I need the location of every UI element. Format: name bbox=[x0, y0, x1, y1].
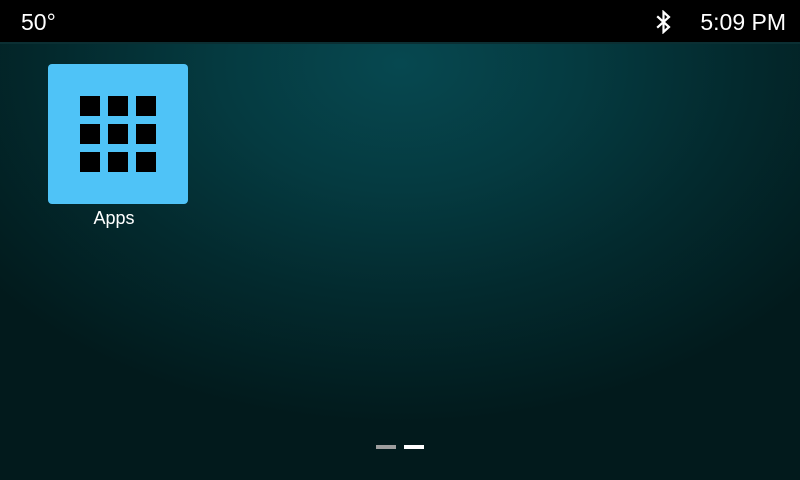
grid-squares bbox=[80, 96, 156, 172]
apps-grid-icon[interactable] bbox=[48, 64, 188, 204]
bluetooth-icon-svg bbox=[656, 10, 671, 34]
home-screen: 50° 5:09 PM Apps bbox=[0, 0, 800, 480]
temperature-readout: 50° bbox=[21, 9, 56, 35]
page-indicator bbox=[376, 444, 432, 450]
bluetooth-icon bbox=[652, 9, 676, 35]
status-right-group: 5:09 PM bbox=[652, 9, 786, 35]
page-dot-1[interactable] bbox=[376, 445, 396, 449]
apps-launcher-tile[interactable]: Apps bbox=[48, 64, 188, 229]
page-dot-2[interactable] bbox=[404, 445, 424, 449]
status-bar: 50° 5:09 PM bbox=[0, 0, 800, 44]
clock: 5:09 PM bbox=[700, 9, 786, 35]
apps-label: Apps bbox=[93, 208, 135, 228]
desktop: Apps bbox=[0, 44, 800, 480]
